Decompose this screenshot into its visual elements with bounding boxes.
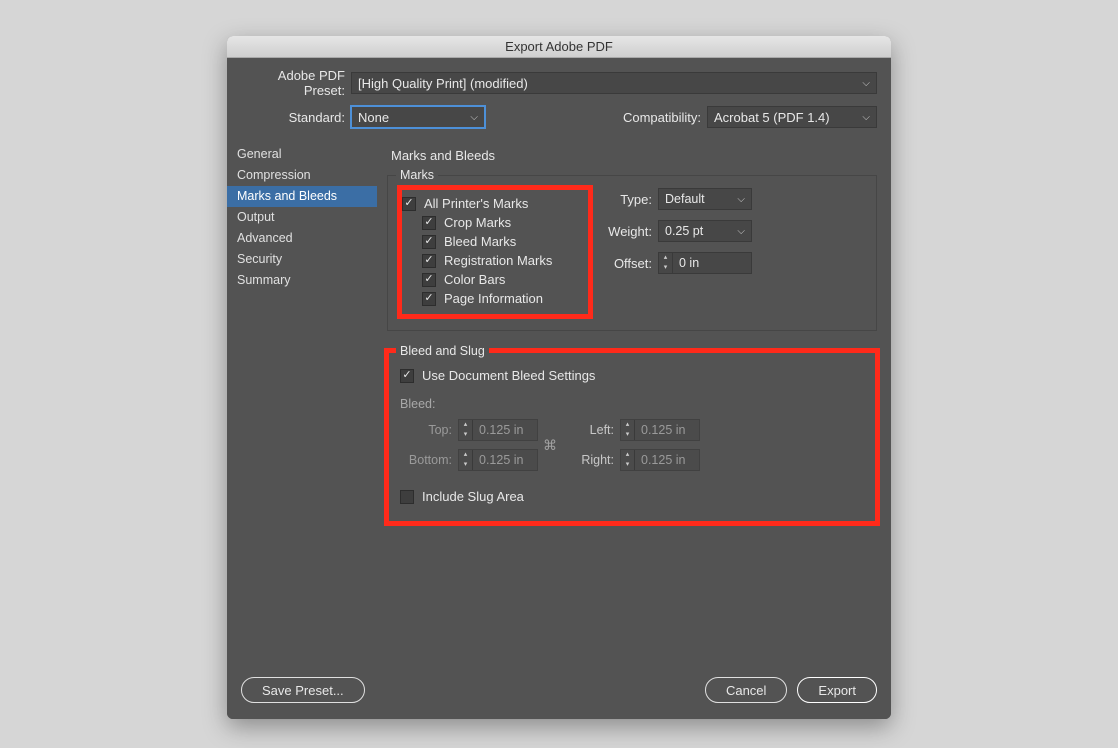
chevron-down-icon: ⌵ <box>862 78 870 89</box>
stepper-buttons[interactable]: ▴▾ <box>459 420 473 440</box>
bleed-label: Bleed: <box>400 397 864 411</box>
offset-stepper[interactable]: ▴▾ 0 in <box>658 252 752 274</box>
save-preset-button[interactable]: Save Preset... <box>241 677 365 703</box>
preset-value: [High Quality Print] (modified) <box>358 76 528 91</box>
checkbox-page-information[interactable] <box>422 292 436 306</box>
type-select[interactable]: Default ⌵ <box>658 188 752 210</box>
checkbox-color-bars[interactable] <box>422 273 436 287</box>
stepper-buttons[interactable]: ▴▾ <box>621 450 635 470</box>
include-slug-label: Include Slug Area <box>422 489 524 504</box>
export-button[interactable]: Export <box>797 677 877 703</box>
standard-label: Standard: <box>241 110 351 125</box>
top-stepper[interactable]: ▴▾ 0.125 in <box>458 419 538 441</box>
offset-label: Offset: <box>598 256 658 271</box>
weight-label: Weight: <box>598 224 658 239</box>
top-label: Top: <box>400 423 458 437</box>
cancel-button[interactable]: Cancel <box>705 677 787 703</box>
footer: Save Preset... Cancel Export <box>227 663 891 719</box>
checkbox-include-slug[interactable] <box>400 490 414 504</box>
left-stepper[interactable]: ▴▾ 0.125 in <box>620 419 700 441</box>
header: Adobe PDF Preset: [High Quality Print] (… <box>227 58 891 140</box>
dialog-export-pdf: Export Adobe PDF Adobe PDF Preset: [High… <box>227 36 891 719</box>
checkbox-crop-marks[interactable] <box>422 216 436 230</box>
bottom-stepper[interactable]: ▴▾ 0.125 in <box>458 449 538 471</box>
sidebar: General Compression Marks and Bleeds Out… <box>227 140 377 663</box>
offset-value: 0 in <box>673 256 751 270</box>
sidebar-item-advanced[interactable]: Advanced <box>227 228 377 249</box>
left-label: Left: <box>562 423 620 437</box>
weight-value: 0.25 pt <box>665 224 703 238</box>
spacer <box>387 543 877 653</box>
chevron-down-icon: ⌵ <box>737 194 745 205</box>
compatibility-select[interactable]: Acrobat 5 (PDF 1.4) ⌵ <box>707 106 877 128</box>
left-value: 0.125 in <box>635 423 699 437</box>
dialog-body: General Compression Marks and Bleeds Out… <box>227 140 891 663</box>
right-stepper[interactable]: ▴▾ 0.125 in <box>620 449 700 471</box>
chevron-down-icon: ⌵ <box>470 112 478 123</box>
compatibility-label: Compatibility: <box>623 110 707 125</box>
sidebar-item-compression[interactable]: Compression <box>227 165 377 186</box>
type-value: Default <box>665 192 705 206</box>
top-value: 0.125 in <box>473 423 537 437</box>
panel-title: Marks and Bleeds <box>391 148 877 163</box>
bleed-legend: Bleed and Slug <box>396 344 489 358</box>
window-title: Export Adobe PDF <box>227 36 891 58</box>
stepper-buttons[interactable]: ▴▾ <box>659 253 673 273</box>
color-bars-label: Color Bars <box>444 272 505 287</box>
sidebar-item-general[interactable]: General <box>227 144 377 165</box>
sidebar-item-security[interactable]: Security <box>227 249 377 270</box>
bleed-slug-group: Bleed and Slug Use Document Bleed Settin… <box>387 351 877 523</box>
link-icon[interactable]: ⌘ <box>538 437 562 454</box>
sidebar-item-marks-and-bleeds[interactable]: Marks and Bleeds <box>227 186 377 207</box>
chevron-down-icon: ⌵ <box>737 226 745 237</box>
marks-properties: Type: Default ⌵ Weight: 0.25 pt ⌵ <box>590 188 864 316</box>
checkbox-all-printers-marks[interactable] <box>402 197 416 211</box>
bleed-marks-label: Bleed Marks <box>444 234 516 249</box>
use-document-bleed-label: Use Document Bleed Settings <box>422 368 595 383</box>
preset-label: Adobe PDF Preset: <box>241 68 351 98</box>
main-panel: Marks and Bleeds Marks All Printer's Mar… <box>377 140 891 663</box>
type-label: Type: <box>598 192 658 207</box>
standard-select[interactable]: None ⌵ <box>351 106 485 128</box>
sidebar-item-summary[interactable]: Summary <box>227 270 377 291</box>
all-printers-marks-label: All Printer's Marks <box>424 196 528 211</box>
checkbox-use-document-bleed[interactable] <box>400 369 414 383</box>
right-value: 0.125 in <box>635 453 699 467</box>
marks-legend: Marks <box>396 168 438 182</box>
compatibility-value: Acrobat 5 (PDF 1.4) <box>714 110 830 125</box>
stepper-buttons[interactable]: ▴▾ <box>621 420 635 440</box>
right-label: Right: <box>562 453 620 467</box>
checkbox-bleed-marks[interactable] <box>422 235 436 249</box>
crop-marks-label: Crop Marks <box>444 215 511 230</box>
standard-value: None <box>358 110 389 125</box>
weight-select[interactable]: 0.25 pt ⌵ <box>658 220 752 242</box>
registration-marks-label: Registration Marks <box>444 253 552 268</box>
sidebar-item-output[interactable]: Output <box>227 207 377 228</box>
marks-highlight: All Printer's Marks Crop Marks Bleed Mar… <box>400 188 590 316</box>
checkbox-registration-marks[interactable] <box>422 254 436 268</box>
page-information-label: Page Information <box>444 291 543 306</box>
preset-select[interactable]: [High Quality Print] (modified) ⌵ <box>351 72 877 94</box>
bottom-label: Bottom: <box>400 453 458 467</box>
stepper-buttons[interactable]: ▴▾ <box>459 450 473 470</box>
bottom-value: 0.125 in <box>473 453 537 467</box>
marks-group: Marks All Printer's Marks Crop Marks <box>387 175 877 331</box>
chevron-down-icon: ⌵ <box>862 112 870 123</box>
